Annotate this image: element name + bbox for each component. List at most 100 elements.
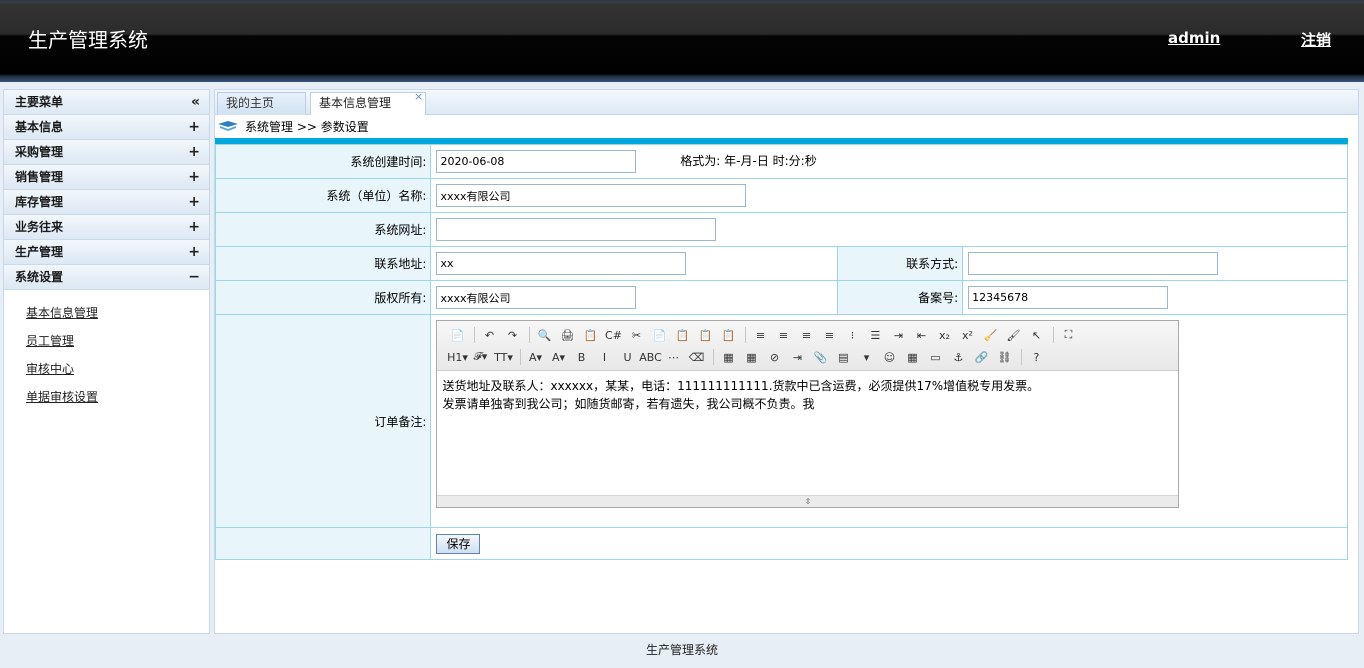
sidebar-group-production[interactable]: 生产管理 + bbox=[4, 240, 209, 265]
form-row: 版权所有: 备案号: bbox=[214, 280, 1348, 315]
toolbar-button-icon[interactable]: ? bbox=[1026, 348, 1046, 366]
toolbar-button-icon[interactable]: ⁝ bbox=[842, 326, 862, 344]
toolbar-button-icon[interactable]: 📋 bbox=[672, 326, 692, 344]
page-footer: 生产管理系统 bbox=[645, 643, 718, 657]
sidebar-item-audit-center[interactable]: 审核中心 bbox=[26, 360, 209, 388]
contact-label: 联系方式: bbox=[837, 246, 964, 281]
expand-icon[interactable]: + bbox=[188, 215, 200, 239]
toolbar-button-icon[interactable]: ≡ bbox=[819, 326, 839, 344]
expand-icon[interactable]: + bbox=[188, 140, 200, 164]
toolbar-button-icon[interactable]: 📋 bbox=[695, 326, 715, 344]
toolbar-button-icon[interactable]: I bbox=[594, 348, 614, 366]
toolbar-button-icon[interactable]: 🔗 bbox=[971, 348, 991, 366]
sidebar-group-purchase[interactable]: 采购管理 + bbox=[4, 140, 209, 165]
toolbar-button-icon[interactable]: 📄 bbox=[447, 326, 467, 344]
toolbar-button-icon[interactable]: A▾ bbox=[525, 348, 545, 366]
tab-home[interactable]: 我的主页 bbox=[217, 92, 306, 115]
toolbar-button-icon[interactable]: ⇤ bbox=[911, 326, 931, 344]
collapse-group-icon[interactable]: − bbox=[188, 265, 200, 289]
website-input[interactable] bbox=[436, 218, 717, 241]
contact-input[interactable] bbox=[968, 252, 1219, 275]
toolbar-button-icon[interactable]: 🖨 bbox=[557, 326, 577, 344]
toolbar-button-icon[interactable]: B bbox=[571, 348, 591, 366]
toolbar-button-icon[interactable]: ⚓ bbox=[948, 348, 968, 366]
toolbar-button-icon[interactable]: C# bbox=[603, 326, 623, 344]
toolbar-button-icon[interactable]: ⛶ bbox=[1058, 326, 1078, 344]
toolbar-button-icon[interactable]: ▦ bbox=[902, 348, 922, 366]
tab-basic-info[interactable]: 基本信息管理 bbox=[310, 92, 426, 115]
sidebar-group-basic-info[interactable]: 基本信息 + bbox=[4, 115, 209, 140]
toolbar-button-icon[interactable]: x₂ bbox=[934, 326, 954, 344]
toolbar-button-icon[interactable]: 🧹 bbox=[980, 326, 1000, 344]
create-time-cell: 格式为: 年-月-日 时:分:秒 bbox=[430, 144, 1348, 179]
collapse-icon[interactable]: « bbox=[191, 90, 200, 114]
user-link[interactable]: admin bbox=[1168, 29, 1220, 47]
copyright-input[interactable] bbox=[436, 286, 637, 309]
sidebar-item-doc-audit-settings[interactable]: 单据审核设置 bbox=[26, 388, 209, 416]
toolbar-button-icon[interactable]: 📎 bbox=[810, 348, 830, 366]
toolbar-button-icon[interactable]: ⋯ bbox=[663, 348, 683, 366]
create-time-label: 系统创建时间: bbox=[214, 144, 432, 179]
toolbar-button-icon[interactable]: ▦ bbox=[718, 348, 738, 366]
toolbar-button-icon[interactable]: x² bbox=[957, 326, 977, 344]
sidebar-title-label: 主要菜单 bbox=[15, 95, 64, 109]
toolbar-button-icon[interactable]: 𝓕▾ bbox=[470, 348, 490, 366]
toolbar-button-icon[interactable]: ↷ bbox=[502, 326, 522, 344]
toolbar-button-icon[interactable]: ↖ bbox=[1026, 326, 1046, 344]
toolbar-button-icon[interactable]: ▭ bbox=[925, 348, 945, 366]
record-input[interactable] bbox=[968, 286, 1169, 309]
toolbar-button-icon[interactable]: H1▾ bbox=[447, 348, 468, 366]
sidebar-group-system-settings[interactable]: 系统设置 − bbox=[4, 265, 209, 290]
sidebar-item-basic-info-mgmt[interactable]: 基本信息管理 bbox=[26, 304, 209, 332]
toolbar-button-icon[interactable]: ☰ bbox=[865, 326, 885, 344]
toolbar-separator bbox=[745, 327, 747, 343]
contact-cell bbox=[962, 246, 1348, 281]
expand-icon[interactable]: + bbox=[188, 240, 200, 264]
toolbar-button-icon[interactable]: ↶ bbox=[479, 326, 499, 344]
toolbar-button-icon[interactable]: A▾ bbox=[548, 348, 568, 366]
toolbar-button-icon[interactable]: ▾ bbox=[856, 348, 876, 366]
editor-toolbar-row: 📄 ↶ ↷ 🔍 🖨 📋 C# ✂ 📄 📋 📋 📋 ≡ ≡ ≡ ≡ ⁝ ☰ ⇥ ⇤ x₂ x² 🧹 🖌 ↖ ⛶ bbox=[447, 324, 1174, 346]
toolbar-button-icon[interactable]: ⇥ bbox=[888, 326, 908, 344]
sidebar-group-inventory[interactable]: 库存管理 + bbox=[4, 190, 209, 215]
expand-icon[interactable]: + bbox=[188, 165, 200, 189]
expand-icon[interactable]: + bbox=[188, 115, 200, 139]
sidebar-item-staff-mgmt[interactable]: 员工管理 bbox=[26, 332, 209, 360]
toolbar-button-icon[interactable]: ⌫ bbox=[686, 348, 706, 366]
sidebar-group-label: 库存管理 bbox=[15, 195, 64, 209]
toolbar-button-icon[interactable]: 🔍 bbox=[534, 326, 554, 344]
toolbar-button-icon[interactable]: ▤ bbox=[833, 348, 853, 366]
unit-name-input[interactable] bbox=[436, 184, 747, 207]
editor-resize-handle[interactable]: ⇕ bbox=[437, 495, 1179, 507]
create-time-input[interactable] bbox=[436, 150, 637, 173]
toolbar-button-icon[interactable]: 📋 bbox=[718, 326, 738, 344]
logout-link[interactable]: 注销 bbox=[1301, 29, 1331, 50]
toolbar-button-icon[interactable]: ✂ bbox=[626, 326, 646, 344]
sidebar-title[interactable]: 主要菜单 « bbox=[4, 90, 209, 115]
toolbar-button-icon[interactable]: 📄 bbox=[649, 326, 669, 344]
toolbar-button-icon[interactable]: ABC bbox=[639, 348, 662, 366]
toolbar-button-icon[interactable]: ⇥ bbox=[787, 348, 807, 366]
toolbar-button-icon[interactable]: ⛓ bbox=[994, 348, 1014, 366]
sidebar-group-business[interactable]: 业务往来 + bbox=[4, 215, 209, 240]
sidebar-group-sales[interactable]: 销售管理 + bbox=[4, 165, 209, 190]
toolbar-button-icon[interactable]: U bbox=[617, 348, 637, 366]
toolbar-separator bbox=[520, 349, 522, 365]
toolbar-separator bbox=[1021, 349, 1023, 365]
address-input[interactable] bbox=[436, 252, 687, 275]
close-icon[interactable]: × bbox=[414, 90, 423, 103]
toolbar-button-icon[interactable]: 📋 bbox=[580, 326, 600, 344]
form-row: 系统网址: bbox=[214, 212, 1348, 247]
toolbar-button-icon[interactable]: ⊘ bbox=[764, 348, 784, 366]
toolbar-button-icon[interactable]: ≡ bbox=[750, 326, 770, 344]
expand-icon[interactable]: + bbox=[188, 190, 200, 214]
editor-toolbar-row: H1▾ 𝓕▾ TT▾ A▾ A▾ B I U ABC ⋯ ⌫ ▦ ▦ ⊘ ⇥ 📎 ▤ ▾ ☺ ▦ ▭ ⚓ 🔗 ⛓? bbox=[447, 346, 1174, 368]
editor-content[interactable]: 送货地址及联系人：xxxxxx，某某，电话：111111111111.货款中已含… bbox=[437, 371, 1178, 495]
toolbar-button-icon[interactable]: 🖌 bbox=[1003, 326, 1023, 344]
toolbar-button-icon[interactable]: ▦ bbox=[741, 348, 761, 366]
toolbar-button-icon[interactable]: ☺ bbox=[879, 348, 899, 366]
toolbar-button-icon[interactable]: ≡ bbox=[773, 326, 793, 344]
toolbar-button-icon[interactable]: ≡ bbox=[796, 326, 816, 344]
save-button[interactable]: 保存 bbox=[436, 533, 481, 554]
toolbar-button-icon[interactable]: TT▾ bbox=[493, 348, 513, 366]
